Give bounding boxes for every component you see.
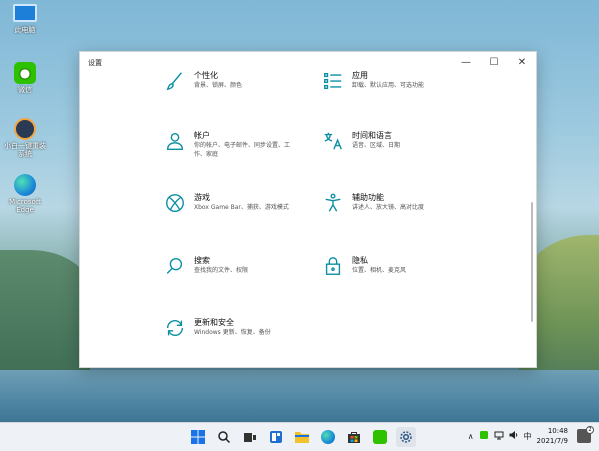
search-icon bbox=[164, 255, 186, 277]
tile-personalization[interactable]: 个性化 背景、锁屏、颜色 bbox=[164, 70, 294, 92]
scrollbar[interactable] bbox=[531, 202, 533, 322]
taskbar-search-button[interactable] bbox=[214, 427, 234, 447]
settings-taskbar-button[interactable] bbox=[396, 427, 416, 447]
window-controls: — ☐ ✕ bbox=[452, 52, 536, 72]
tile-gaming[interactable]: 游戏 Xbox Game Bar、捕获、游戏模式 bbox=[164, 192, 294, 214]
wechat-icon bbox=[373, 430, 387, 444]
sync-icon bbox=[164, 317, 186, 339]
tile-apps[interactable]: 应用 卸载、默认应用、可选功能 bbox=[322, 70, 452, 92]
volume-icon[interactable] bbox=[509, 430, 519, 442]
task-view-button[interactable] bbox=[240, 427, 260, 447]
system-tray: ∧ 中 10:48 2021/7/9 2 bbox=[468, 426, 594, 446]
tile-title: 应用 bbox=[352, 71, 368, 80]
person-icon bbox=[164, 130, 186, 152]
tile-accounts[interactable]: 帐户 你的帐户、电子邮件、同步设置、工作、家庭 bbox=[164, 130, 294, 159]
tile-privacy[interactable]: 隐私 位置、相机、麦克风 bbox=[322, 255, 452, 277]
tile-title: 隐私 bbox=[352, 256, 368, 265]
file-explorer-button[interactable] bbox=[292, 427, 312, 447]
desktop-icon-wechat[interactable]: ● 微信 bbox=[4, 62, 46, 94]
desktop-icon-label: 微信 bbox=[18, 86, 32, 94]
desktop-icon-label: 此电脑 bbox=[14, 26, 36, 34]
tile-title: 时间和语言 bbox=[352, 131, 392, 140]
tile-update-security[interactable]: 更新和安全 Windows 更新、恢复、备份 bbox=[164, 317, 294, 339]
tile-description: 卸载、默认应用、可选功能 bbox=[352, 82, 425, 89]
tile-time-language[interactable]: 时间和语言 语音、区域、日期 bbox=[322, 130, 452, 152]
tile-description: Windows 更新、恢复、备份 bbox=[194, 329, 271, 336]
app-icon bbox=[12, 118, 38, 140]
tile-description: 背景、锁屏、颜色 bbox=[194, 82, 243, 89]
windows-logo-icon bbox=[191, 430, 205, 444]
xbox-icon bbox=[164, 192, 186, 214]
edge-taskbar-button[interactable] bbox=[318, 427, 338, 447]
tile-title: 个性化 bbox=[194, 71, 218, 80]
search-icon bbox=[218, 431, 231, 444]
notification-count-badge: 2 bbox=[586, 426, 594, 434]
time-language-icon bbox=[322, 130, 344, 152]
lock-icon bbox=[322, 255, 344, 277]
wechat-taskbar-button[interactable] bbox=[370, 427, 390, 447]
clock-date: 2021/7/9 bbox=[536, 437, 568, 445]
tile-description: 你的帐户、电子邮件、同步设置、工作、家庭 bbox=[194, 142, 291, 158]
store-button[interactable] bbox=[344, 427, 364, 447]
network-icon[interactable] bbox=[494, 430, 504, 442]
close-button[interactable]: ✕ bbox=[508, 52, 536, 72]
wallpaper-lake bbox=[0, 370, 599, 422]
tile-description: 位置、相机、麦克风 bbox=[352, 267, 407, 274]
tile-description: 讲述人、放大镜、高对比度 bbox=[352, 204, 425, 211]
maximize-button[interactable]: ☐ bbox=[480, 52, 508, 72]
tile-description: Xbox Game Bar、捕获、游戏模式 bbox=[194, 204, 289, 211]
desktop-icon-label: Microsoft Edge bbox=[9, 198, 41, 214]
show-hidden-icons-chevron[interactable]: ∧ bbox=[468, 432, 474, 441]
taskbar: ∧ 中 10:48 2021/7/9 2 bbox=[0, 422, 599, 451]
widgets-icon bbox=[270, 431, 282, 443]
task-view-icon bbox=[244, 433, 256, 442]
widgets-button[interactable] bbox=[266, 427, 286, 447]
input-method-indicator[interactable]: 中 bbox=[524, 431, 532, 442]
accessibility-icon bbox=[322, 192, 344, 214]
desktop-icon-edge[interactable]: Microsoft Edge bbox=[4, 174, 46, 214]
desktop-icon-label: 小白一键重装系统 bbox=[4, 142, 46, 158]
tile-title: 搜索 bbox=[194, 256, 210, 265]
computer-icon bbox=[12, 2, 38, 24]
desktop-icon-this-pc[interactable]: 此电脑 bbox=[4, 2, 46, 34]
tile-title: 更新和安全 bbox=[194, 318, 234, 327]
tile-title: 辅助功能 bbox=[352, 193, 384, 202]
gear-icon bbox=[400, 431, 412, 443]
tile-description: 语音、区域、日期 bbox=[352, 142, 401, 149]
edge-icon bbox=[321, 430, 335, 444]
start-button[interactable] bbox=[188, 427, 208, 447]
apps-list-icon bbox=[322, 70, 344, 92]
clock[interactable]: 10:48 2021/7/9 bbox=[537, 426, 568, 446]
notification-center-button[interactable]: 2 bbox=[577, 426, 594, 443]
desktop-icon-app[interactable]: 小白一键重装系统 bbox=[4, 118, 46, 158]
clock-time: 10:48 bbox=[547, 427, 568, 435]
tile-title: 帐户 bbox=[194, 131, 210, 140]
tray-app-icon[interactable] bbox=[479, 430, 489, 442]
edge-icon bbox=[12, 174, 38, 196]
tile-accessibility[interactable]: 辅助功能 讲述人、放大镜、高对比度 bbox=[322, 192, 452, 214]
tile-title: 游戏 bbox=[194, 193, 210, 202]
wechat-icon: ● bbox=[12, 62, 38, 84]
window-title: 设置 bbox=[88, 59, 102, 67]
taskbar-apps bbox=[188, 427, 416, 447]
settings-window: 设置 — ☐ ✕ 个性化 背景、锁屏、颜色 应用 卸载、默认应用、可选功能 帐户… bbox=[79, 51, 537, 368]
folder-icon bbox=[295, 432, 309, 443]
brush-icon bbox=[164, 70, 186, 92]
wallpaper-hill-left bbox=[0, 250, 90, 380]
tile-search[interactable]: 搜索 查找我的文件、权限 bbox=[164, 255, 294, 277]
minimize-button[interactable]: — bbox=[452, 52, 480, 72]
store-icon bbox=[348, 432, 360, 443]
tile-description: 查找我的文件、权限 bbox=[194, 267, 249, 274]
